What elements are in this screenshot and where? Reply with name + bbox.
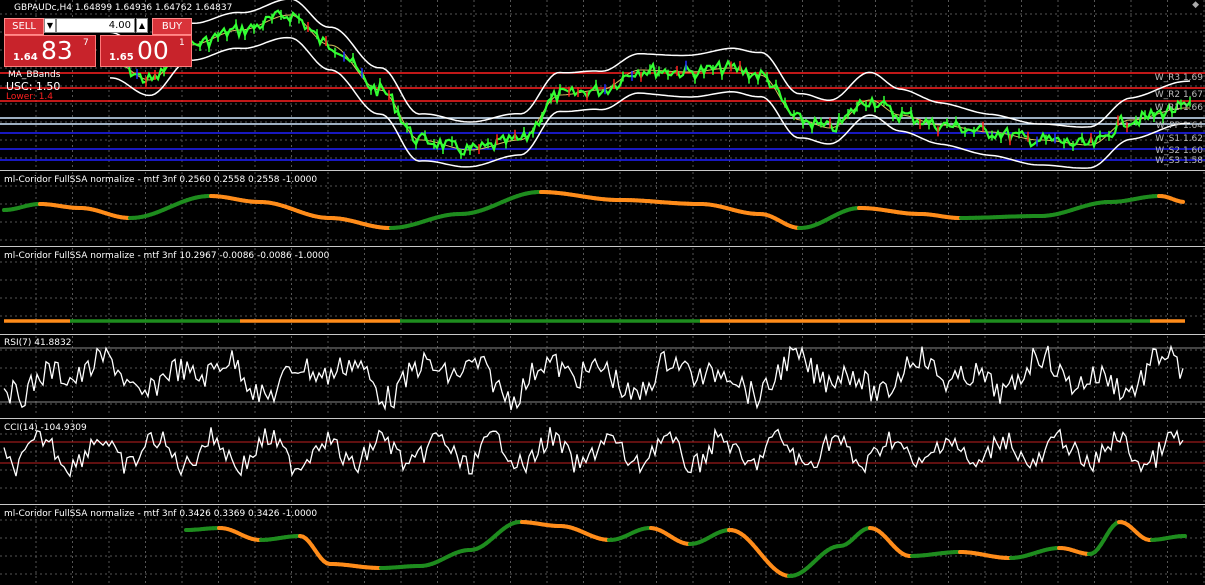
sell-price-big: 83 bbox=[41, 36, 73, 65]
one-click-trading-panel: SELL ▼ 4.00 ▲ BUY 1.64 83 7 1.65 00 1 bbox=[4, 16, 192, 68]
buy-price-button[interactable]: 1.65 00 1 bbox=[100, 35, 192, 67]
level-label-r2: W_R2 1.67 bbox=[1154, 90, 1203, 100]
moving-average-line bbox=[109, 14, 1190, 151]
ssa2-pane[interactable]: ml-Coridor FullSSA normalize - mtf 3nf 1… bbox=[0, 248, 1205, 332]
sell-price-sup: 7 bbox=[83, 38, 89, 48]
ma-bbands-label: MA_BBands bbox=[8, 70, 61, 80]
level-label-s1: W_S1 1.62 bbox=[1155, 134, 1203, 144]
level-label-s3: W_S3 1.58 bbox=[1155, 156, 1203, 166]
level-label-r3: W_R3 1.69 bbox=[1154, 73, 1203, 83]
pane-divider[interactable] bbox=[0, 418, 1205, 419]
pane-divider[interactable] bbox=[0, 504, 1205, 505]
ssa1-pane[interactable]: ml-Coridor FullSSA normalize - mtf 3nf 0… bbox=[0, 172, 1205, 244]
cci-pane[interactable]: CCI(14) -104.9309 bbox=[0, 420, 1205, 502]
buy-price-sup: 1 bbox=[179, 38, 185, 48]
lower-label: Lower: 1.4 bbox=[6, 92, 54, 102]
chart-title: GBPAUDc,H4 1.64899 1.64936 1.64762 1.648… bbox=[14, 3, 233, 13]
buy-price-small: 1.65 bbox=[109, 52, 134, 63]
chart-scroll-icon[interactable]: ◆ bbox=[1192, 0, 1199, 10]
rsi-pane[interactable]: RSI(7) 41.8832 bbox=[0, 336, 1205, 416]
ssa1-label: ml-Coridor FullSSA normalize - mtf 3nf 0… bbox=[4, 175, 318, 185]
sell-price-button[interactable]: 1.64 83 7 bbox=[4, 35, 96, 67]
rsi-line bbox=[3, 344, 1184, 412]
rsi-chart bbox=[0, 336, 1205, 416]
lot-size-input[interactable]: 4.00 bbox=[56, 18, 135, 33]
lot-increase-icon[interactable]: ▲ bbox=[136, 18, 148, 33]
buy-price-big: 00 bbox=[137, 36, 169, 65]
ssa3-label: ml-Coridor FullSSA normalize - mtf 3nf 0… bbox=[4, 509, 318, 519]
level-label-r1: W_R1 1.66 bbox=[1154, 103, 1203, 113]
pane-divider[interactable] bbox=[0, 334, 1205, 335]
cci-label: CCI(14) -104.9309 bbox=[4, 423, 87, 433]
lot-decrease-icon[interactable]: ▼ bbox=[44, 18, 56, 33]
pane-divider[interactable] bbox=[0, 246, 1205, 247]
main-chart-pane[interactable]: GBPAUDc,H4 1.64899 1.64936 1.64762 1.648… bbox=[0, 0, 1205, 170]
sell-button[interactable]: SELL bbox=[4, 18, 44, 35]
level-label-s2: W_S2 1.60 bbox=[1155, 146, 1203, 156]
cci-chart bbox=[0, 420, 1205, 502]
pane-divider[interactable] bbox=[0, 170, 1205, 171]
ssa2-label: ml-Coridor FullSSA normalize - mtf 3nf 1… bbox=[4, 251, 330, 261]
sell-price-small: 1.64 bbox=[13, 52, 38, 63]
level-label-pp: W_PP 1.64 bbox=[1155, 121, 1203, 131]
rsi-label: RSI(7) 41.8832 bbox=[4, 338, 72, 348]
buy-button[interactable]: BUY bbox=[152, 18, 192, 35]
ssa3-pane[interactable]: ml-Coridor FullSSA normalize - mtf 3nf 0… bbox=[0, 506, 1205, 585]
